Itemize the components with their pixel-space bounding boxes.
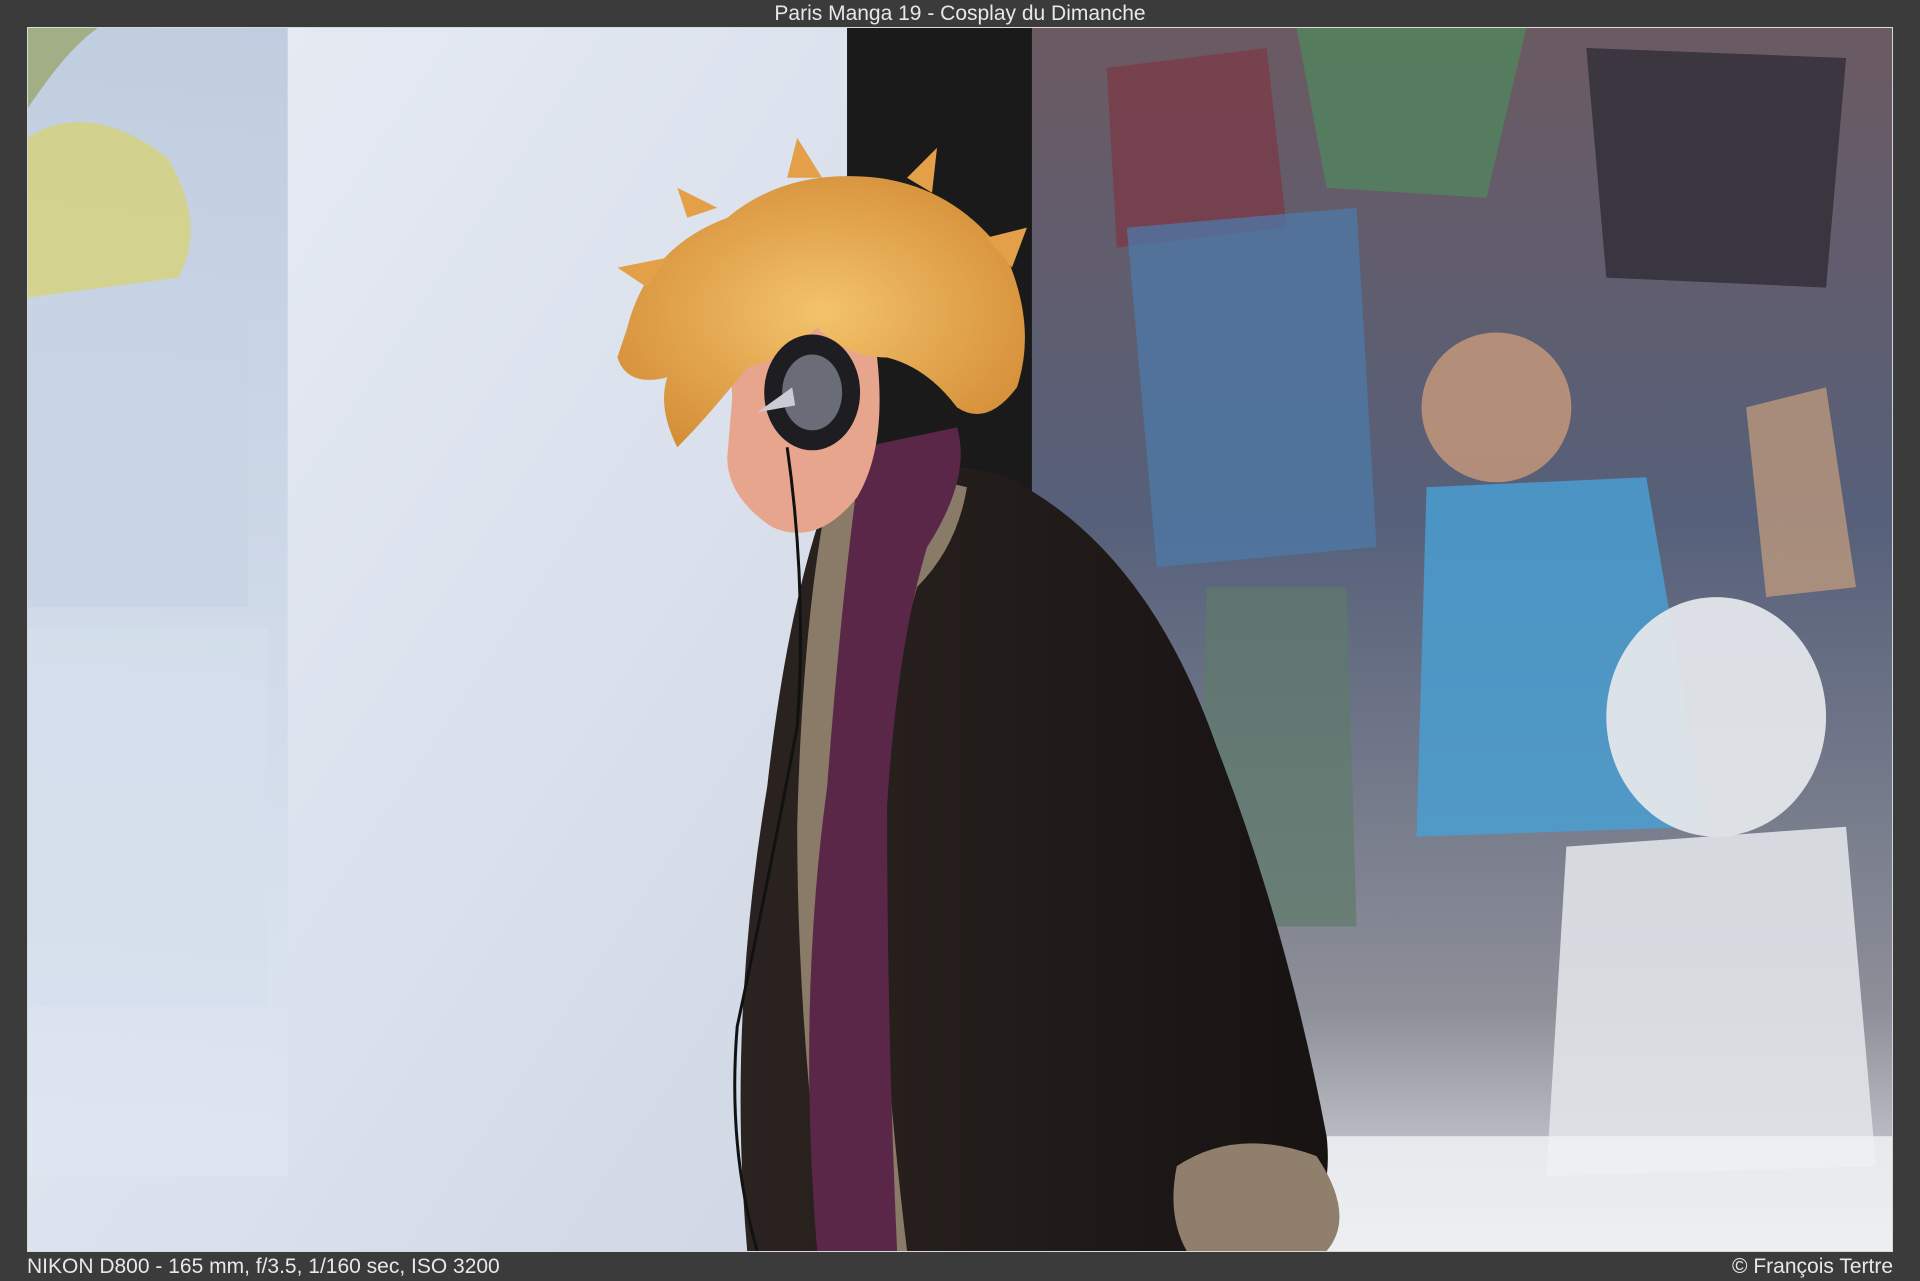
photo-title: Paris Manga 19 - Cosplay du Dimanche: [774, 2, 1146, 25]
photo-credit: © François Tertre: [1732, 1255, 1893, 1278]
exif-info: NIKON D800 - 165 mm, f/3.5, 1/160 sec, I…: [27, 1255, 500, 1278]
photo-frame: Paris Manga 19 - Cosplay du Dimanche NIK…: [0, 0, 1920, 1281]
photo-illustration: [28, 28, 1892, 1251]
photo-caption-bar: NIKON D800 - 165 mm, f/3.5, 1/160 sec, I…: [0, 1253, 1920, 1281]
cosplay-photo: [27, 27, 1893, 1252]
